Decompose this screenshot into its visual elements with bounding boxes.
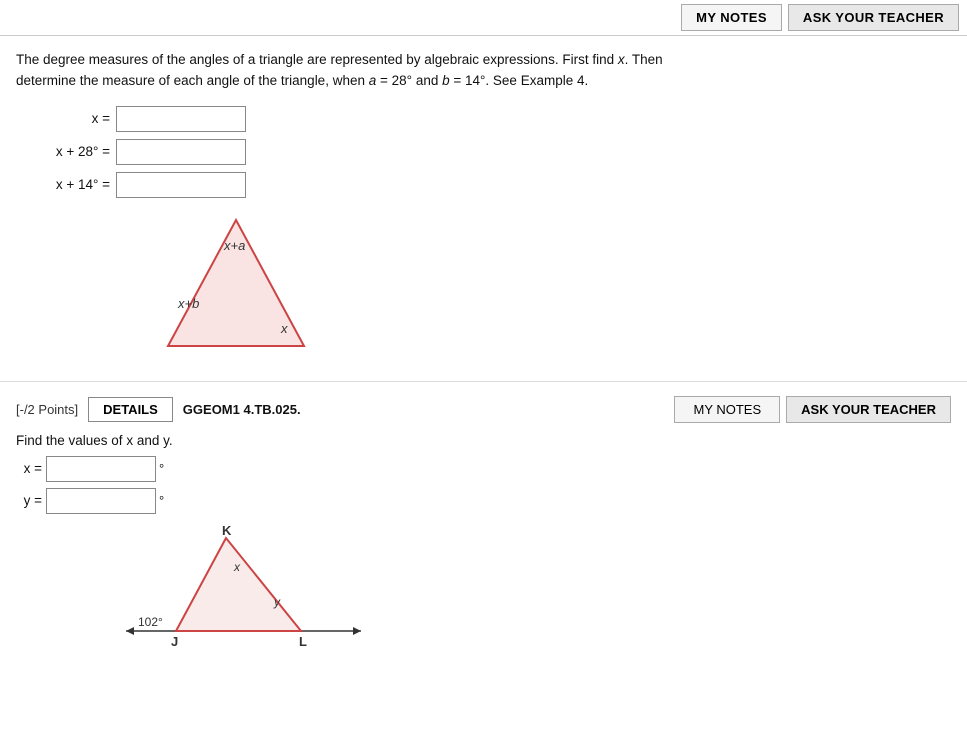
diagram2-y: y — [273, 595, 281, 609]
section1: The degree measures of the angles of a t… — [0, 36, 967, 382]
diagram1: x+a x+b x — [136, 208, 951, 371]
my-notes-button-s2[interactable]: MY NOTES — [674, 396, 780, 423]
diagram1-label-right: x — [280, 321, 288, 336]
degree-y: ° — [159, 493, 164, 508]
problem-text-b: b — [442, 73, 450, 88]
diagram2-j: J — [171, 634, 178, 649]
details-button[interactable]: DETAILS — [88, 397, 173, 422]
diagram2-l: L — [299, 634, 307, 649]
problem-text-1: The degree measures of the angles of a t… — [16, 50, 951, 92]
problem-text-then: . Then — [625, 52, 663, 67]
input-x[interactable] — [116, 106, 246, 132]
answer-row-x14: x + 14° = — [16, 172, 951, 198]
input-x14[interactable] — [116, 172, 246, 198]
triangle-svg-2: K x y J L 102° — [116, 526, 376, 656]
label-x14: x + 14° = — [16, 177, 116, 192]
ask-teacher-button-top[interactable]: ASK YOUR TEACHER — [788, 4, 959, 31]
problem-text-and: and — [412, 73, 442, 88]
section2: [-/2 Points] DETAILS GGEOM1 4.TB.025. MY… — [0, 382, 967, 669]
find-text: Find the values of x and y. — [16, 433, 951, 448]
diagram1-label-top: x+a — [223, 238, 245, 253]
diagram2-102: 102° — [138, 615, 163, 629]
right-arrow — [353, 627, 361, 635]
problem-id: GGEOM1 4.TB.025. — [183, 402, 675, 417]
diagram2-k: K — [222, 526, 232, 538]
input-x28[interactable] — [116, 139, 246, 165]
section2-header: [-/2 Points] DETAILS GGEOM1 4.TB.025. MY… — [16, 396, 951, 423]
label-x28: x + 28° = — [16, 144, 116, 159]
xy-row-y: y = ° — [16, 488, 951, 514]
xy-row-x: x = ° — [16, 456, 951, 482]
input-y[interactable] — [46, 488, 156, 514]
my-notes-button-top[interactable]: MY NOTES — [681, 4, 782, 31]
problem-text-x: x — [618, 52, 625, 67]
problem-text-determine: determine the measure of each angle of t… — [16, 73, 369, 88]
left-arrow — [126, 627, 134, 635]
label-x: x = — [16, 111, 116, 126]
diagram1-label-left: x+b — [177, 296, 199, 311]
problem-text-see: . See Example 4. — [485, 73, 588, 88]
problem-text-eq1: = 28° — [376, 73, 412, 88]
problem-text-prefix: The degree measures of the angles of a t… — [16, 52, 618, 67]
label-x2: x = — [16, 461, 46, 476]
answer-row-x28: x + 28° = — [16, 139, 951, 165]
ask-teacher-button-s2[interactable]: ASK YOUR TEACHER — [786, 396, 951, 423]
degree-x2: ° — [159, 461, 164, 476]
input-x2[interactable] — [46, 456, 156, 482]
points-label: [-/2 Points] — [16, 402, 78, 417]
top-bar: MY NOTES ASK YOUR TEACHER — [0, 0, 967, 36]
answer-row-x: x = — [16, 106, 951, 132]
label-y: y = — [16, 493, 46, 508]
diagram2-x: x — [233, 560, 241, 574]
diagram2: K x y J L 102° — [116, 526, 951, 659]
triangle-svg-1: x+a x+b x — [136, 208, 336, 368]
problem-text-eq2: = 14° — [450, 73, 486, 88]
